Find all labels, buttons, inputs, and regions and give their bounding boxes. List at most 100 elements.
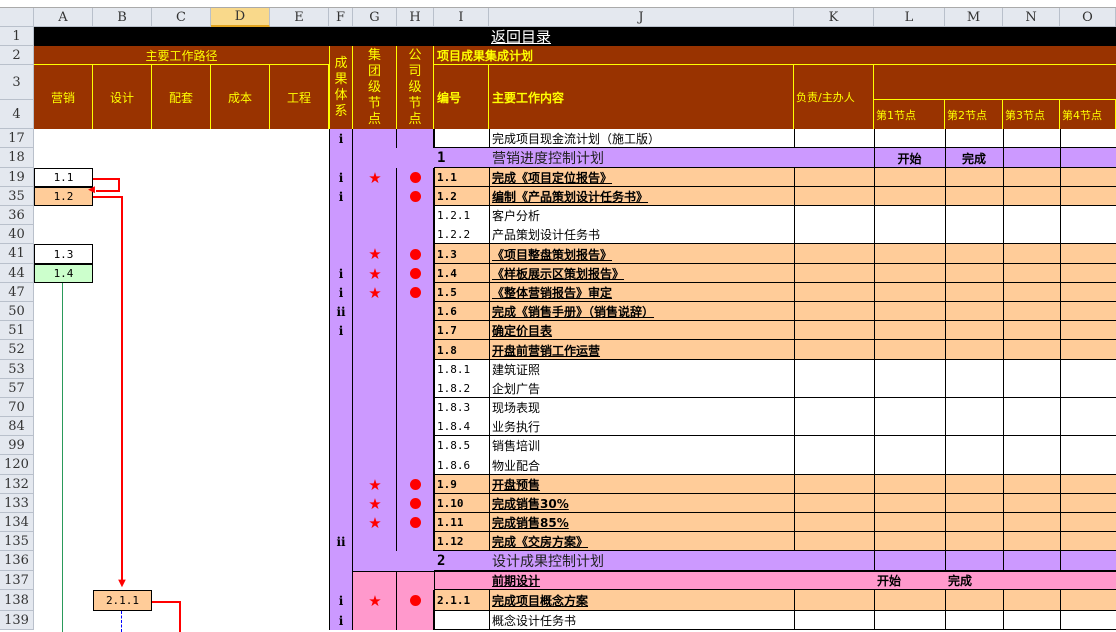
row-header-132[interactable]: 132 (0, 475, 34, 494)
formula-bar[interactable] (0, 0, 1116, 8)
company-node-cell[interactable] (397, 571, 434, 590)
result-system-cell[interactable] (329, 340, 353, 360)
row-header-44[interactable]: 44 (0, 264, 34, 283)
row-header-137[interactable]: 137 (0, 571, 34, 590)
row-header-35[interactable]: 35 (0, 187, 34, 206)
group-node-cell[interactable] (353, 148, 397, 168)
company-node-cell[interactable] (397, 436, 434, 455)
row-header-50[interactable]: 50 (0, 302, 34, 321)
company-node-cell[interactable] (397, 455, 434, 475)
flow-box-1.2[interactable]: 1.2 (34, 187, 93, 206)
group-node-cell[interactable] (353, 455, 397, 475)
column-header-E[interactable]: E (270, 8, 329, 27)
row-header-133[interactable]: 133 (0, 494, 34, 513)
column-header-G[interactable]: G (353, 8, 397, 27)
group-node-cell[interactable] (353, 360, 397, 379)
column-header-L[interactable]: L (874, 8, 945, 27)
group-node-cell[interactable] (353, 187, 397, 206)
flow-box-1.4[interactable]: 1.4 (34, 264, 93, 283)
row-header-139[interactable]: 139 (0, 611, 34, 630)
result-system-cell[interactable] (329, 571, 353, 590)
flow-box-2.1.1[interactable]: 2.1.1 (93, 590, 152, 611)
row-header-135[interactable]: 135 (0, 532, 34, 551)
company-node-cell[interactable] (397, 340, 434, 360)
row-header-70[interactable]: 70 (0, 398, 34, 417)
row-header-136[interactable]: 136 (0, 551, 34, 571)
row-header-99[interactable]: 99 (0, 436, 34, 455)
flow-box-1.1[interactable]: 1.1 (34, 168, 93, 187)
row-header-120[interactable]: 120 (0, 455, 34, 475)
row-header-40[interactable]: 40 (0, 225, 34, 244)
row-header[interactable]: 3 (0, 65, 34, 100)
group-node-cell[interactable] (353, 321, 397, 340)
group-node-cell[interactable] (353, 417, 397, 436)
company-node-cell[interactable] (397, 129, 434, 148)
company-node-cell[interactable] (397, 532, 434, 551)
row-header[interactable]: 1 (0, 27, 34, 46)
column-header-F[interactable]: F (329, 8, 353, 27)
result-system-cell[interactable] (329, 475, 353, 494)
result-system-cell[interactable] (329, 225, 353, 244)
group-node-cell[interactable] (353, 129, 397, 148)
company-node-cell[interactable] (397, 379, 434, 398)
column-header-I[interactable]: I (434, 8, 489, 27)
result-system-cell[interactable] (329, 148, 353, 168)
group-node-cell[interactable] (353, 302, 397, 321)
group-node-cell[interactable] (353, 379, 397, 398)
select-all-corner[interactable] (0, 8, 34, 27)
group-node-cell[interactable] (353, 225, 397, 244)
group-node-cell[interactable] (353, 340, 397, 360)
column-header-H[interactable]: H (397, 8, 434, 27)
company-node-cell[interactable] (397, 148, 434, 168)
column-header-M[interactable]: M (945, 8, 1003, 27)
company-node-cell[interactable] (397, 321, 434, 340)
row-header-41[interactable]: 41 (0, 244, 34, 264)
result-system-cell[interactable] (329, 244, 353, 264)
result-system-cell[interactable] (329, 513, 353, 532)
flow-box-1.3[interactable]: 1.3 (34, 244, 93, 264)
row-header-52[interactable]: 52 (0, 340, 34, 360)
company-node-cell[interactable] (397, 225, 434, 244)
company-node-cell[interactable] (397, 551, 434, 571)
result-system-cell[interactable] (329, 379, 353, 398)
column-header-K[interactable]: K (794, 8, 874, 27)
group-node-cell[interactable] (353, 398, 397, 417)
column-header-C[interactable]: C (152, 8, 211, 27)
company-node-cell[interactable] (397, 398, 434, 417)
row-header[interactable]: 2 (0, 46, 34, 65)
row-header-57[interactable]: 57 (0, 379, 34, 398)
column-header-N[interactable]: N (1003, 8, 1060, 27)
row-header-134[interactable]: 134 (0, 513, 34, 532)
row-header-51[interactable]: 51 (0, 321, 34, 340)
row-header-18[interactable]: 18 (0, 148, 34, 168)
group-node-cell[interactable] (353, 611, 397, 630)
back-to-index-link[interactable]: 返回目录 (434, 27, 794, 46)
result-system-cell[interactable] (329, 417, 353, 436)
column-header-J[interactable]: J (489, 8, 794, 27)
row-header-138[interactable]: 138 (0, 590, 34, 611)
row-header-19[interactable]: 19 (0, 168, 34, 187)
company-node-cell[interactable] (397, 302, 434, 321)
company-node-cell[interactable] (397, 360, 434, 379)
group-node-cell[interactable] (353, 206, 397, 225)
result-system-cell[interactable] (329, 360, 353, 379)
company-node-cell[interactable] (397, 206, 434, 225)
group-node-cell[interactable] (353, 436, 397, 455)
result-system-cell[interactable] (329, 436, 353, 455)
result-system-cell[interactable] (329, 551, 353, 571)
group-node-cell[interactable] (353, 571, 397, 590)
row-header-84[interactable]: 84 (0, 417, 34, 436)
column-header-B[interactable]: B (93, 8, 152, 27)
row-header-47[interactable]: 47 (0, 283, 34, 302)
row-header-53[interactable]: 53 (0, 360, 34, 379)
result-system-cell[interactable] (329, 494, 353, 513)
row-header-36[interactable]: 36 (0, 206, 34, 225)
column-header-D[interactable]: D (211, 8, 270, 27)
group-node-cell[interactable] (353, 532, 397, 551)
row-header[interactable]: 4 (0, 100, 34, 129)
row-header-17[interactable]: 17 (0, 129, 34, 148)
result-system-cell[interactable] (329, 455, 353, 475)
company-node-cell[interactable] (397, 611, 434, 630)
result-system-cell[interactable] (329, 398, 353, 417)
column-header-A[interactable]: A (34, 8, 93, 27)
